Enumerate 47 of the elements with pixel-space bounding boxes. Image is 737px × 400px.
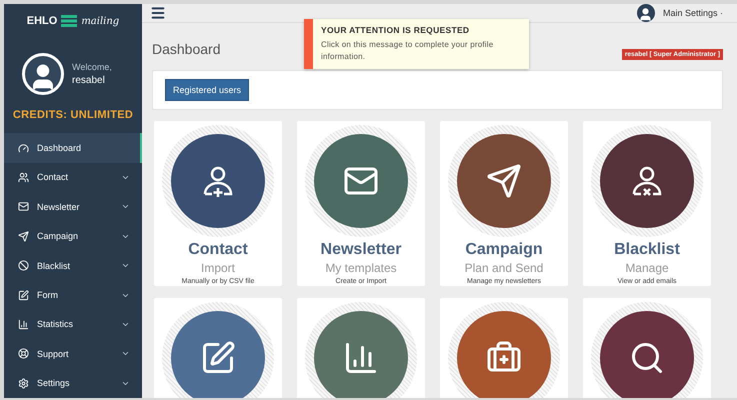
username: resabel (72, 75, 106, 86)
sidebar-item[interactable]: Campaign (4, 222, 142, 251)
avatar (22, 53, 64, 96)
card-title: Blacklist (614, 241, 680, 259)
notification-title: YOUR ATTENTION IS REQUESTED (321, 25, 470, 35)
card-title: Campaign (465, 241, 543, 259)
notification-message: Click on this message to complete your profile information. (321, 39, 494, 63)
main-settings-menu[interactable]: Main Settings · (662, 8, 723, 18)
card-subtitle: My templates (325, 261, 397, 275)
avatar[interactable] (636, 4, 655, 22)
edit-icon (18, 290, 29, 301)
search-icon (629, 340, 665, 376)
credits-label: CREDITS: UNLIMITED (12, 108, 134, 124)
logo-text: mailing (81, 16, 120, 27)
registered-users-button[interactable]: Registered users (165, 79, 250, 101)
paper-plane-icon (18, 230, 29, 242)
page-title: Dashboard (152, 40, 220, 56)
ban-icon (18, 260, 29, 272)
sidebar-item[interactable]: Statistics (4, 310, 142, 340)
settings-icon (18, 378, 29, 389)
edit-icon (200, 340, 236, 376)
menu-icon[interactable] (150, 5, 166, 21)
card-title: Newsletter (320, 241, 402, 259)
paper-plane-icon (486, 163, 522, 199)
card-subtitle: Manage (625, 261, 669, 275)
users-icon (18, 172, 29, 183)
logo-icon (61, 15, 78, 28)
sidebar-item[interactable]: Contact (4, 162, 142, 192)
sidebar-item[interactable]: Support (4, 339, 142, 369)
sidebar-item[interactable]: Settings (4, 368, 142, 398)
card-subtitle: Plan and Send (464, 261, 544, 275)
sidebar-item[interactable]: Form (4, 280, 142, 310)
card-subtitle: Import (200, 261, 235, 275)
card-title: Contact (188, 241, 248, 259)
bar-chart-icon (18, 318, 29, 330)
lifebuoy-icon (18, 348, 29, 360)
notification-popup[interactable]: YOUR ATTENTION IS REQUESTED Click on this message to complete your profile information. (304, 19, 529, 69)
sidebar-item[interactable]: Dashboard (4, 133, 142, 163)
bar-chart-icon (343, 340, 379, 376)
gauge-icon (18, 142, 29, 154)
sidebar-item[interactable]: Newsletter (4, 192, 142, 222)
sidebar-item[interactable]: Blacklist (4, 250, 142, 280)
user-plus-icon (201, 164, 235, 198)
logo-text: EHLO (26, 15, 58, 28)
welcome-text: Welcome, (72, 62, 112, 72)
envelope-icon (18, 201, 29, 212)
user-remove-icon (630, 164, 664, 198)
